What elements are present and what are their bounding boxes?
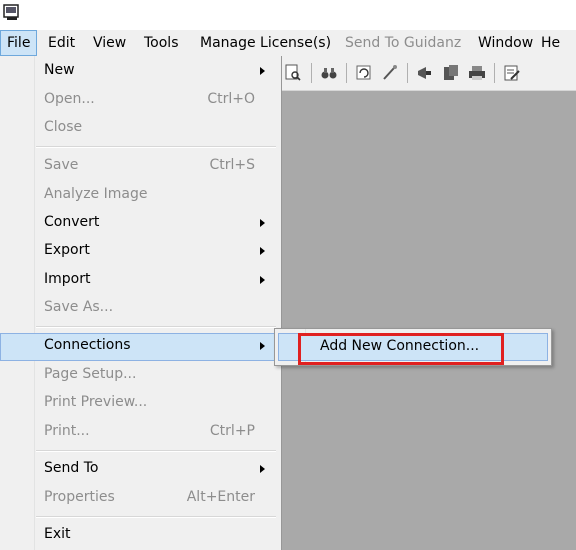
- menu-item-label: New: [44, 62, 75, 78]
- menu-item-label: Convert: [44, 214, 100, 230]
- menu-item-label: Connections: [44, 337, 131, 353]
- menu-bar: File Edit View Tools Manage License(s) S…: [0, 30, 576, 57]
- menu-item-shortcut: Ctrl+S: [209, 157, 255, 173]
- megaphone-icon[interactable]: [416, 64, 434, 82]
- print-preview-icon[interactable]: [284, 64, 302, 82]
- menu-item-shortcut: Alt+Enter: [186, 489, 255, 505]
- file-menu-item-save-as[interactable]: Save As...: [0, 295, 281, 323]
- menu-item-label: Page Setup...: [44, 366, 137, 382]
- toolbar: [282, 56, 576, 91]
- submenu-arrow-icon: [260, 247, 265, 255]
- menu-item-label: Save: [44, 157, 79, 173]
- file-menu: New Open... Ctrl+O Close Save Ctrl+S Ana…: [0, 56, 282, 550]
- menu-item-label: Analyze Image: [44, 186, 148, 202]
- file-menu-item-close[interactable]: Close: [0, 115, 281, 143]
- file-menu-item-new[interactable]: New: [0, 58, 281, 86]
- file-menu-item-analyze-image[interactable]: Analyze Image: [0, 182, 281, 210]
- submenu-arrow-icon: [260, 67, 265, 75]
- report-icon[interactable]: [442, 64, 460, 82]
- printer-icon[interactable]: [468, 64, 486, 82]
- menu-item-label: Open...: [44, 91, 95, 107]
- menu-help[interactable]: He: [535, 30, 566, 56]
- file-menu-item-open[interactable]: Open... Ctrl+O: [0, 87, 281, 115]
- menu-window[interactable]: Window: [472, 30, 539, 56]
- app-icon: [3, 4, 19, 20]
- file-menu-item-exit[interactable]: Exit: [0, 522, 281, 550]
- file-menu-item-send-to[interactable]: Send To: [0, 456, 281, 484]
- menu-item-label: Exit: [44, 526, 71, 542]
- submenu-arrow-icon: [260, 219, 265, 227]
- menu-file[interactable]: File: [0, 30, 38, 56]
- menu-separator: [36, 326, 276, 328]
- menu-manage-licenses[interactable]: Manage License(s): [194, 30, 337, 56]
- menu-edit[interactable]: Edit: [42, 30, 81, 56]
- file-menu-item-print-preview[interactable]: Print Preview...: [0, 390, 281, 418]
- menu-item-label: Save As...: [44, 299, 114, 315]
- brush-icon[interactable]: [381, 64, 399, 82]
- submenu-arrow-icon: [260, 465, 265, 473]
- menu-item-shortcut: Ctrl+O: [207, 91, 255, 107]
- submenu-arrow-icon: [260, 342, 265, 350]
- toolbar-separator: [407, 63, 408, 83]
- menu-item-label: Print...: [44, 423, 90, 439]
- menu-send-to-guidanz[interactable]: Send To Guidanz: [339, 30, 467, 56]
- menu-item-label: Import: [44, 271, 91, 287]
- find-icon[interactable]: [320, 64, 338, 82]
- workspace-area: [282, 91, 576, 550]
- menu-separator: [36, 450, 276, 452]
- menu-item-shortcut: Ctrl+P: [209, 423, 255, 439]
- file-menu-item-export[interactable]: Export: [0, 238, 281, 266]
- menu-separator: [36, 146, 276, 148]
- submenu-arrow-icon: [260, 276, 265, 284]
- menu-view[interactable]: View: [87, 30, 132, 56]
- file-menu-item-import[interactable]: Import: [0, 267, 281, 295]
- file-menu-item-print[interactable]: Print... Ctrl+P: [0, 419, 281, 447]
- file-menu-item-connections[interactable]: Connections: [0, 333, 281, 361]
- menu-separator: [36, 516, 276, 518]
- menu-item-label: Send To: [44, 460, 99, 476]
- menu-item-label: Export: [44, 242, 90, 258]
- title-bar: [0, 0, 576, 30]
- toolbar-separator: [346, 63, 347, 83]
- document-edit-icon[interactable]: [503, 64, 521, 82]
- file-menu-item-properties[interactable]: Properties Alt+Enter: [0, 485, 281, 513]
- menu-tools[interactable]: Tools: [138, 30, 185, 56]
- highlight-callout-box: [298, 333, 504, 365]
- toolbar-separator: [494, 63, 495, 83]
- file-menu-item-save[interactable]: Save Ctrl+S: [0, 153, 281, 181]
- file-menu-item-page-setup[interactable]: Page Setup...: [0, 362, 281, 390]
- menu-item-label: Close: [44, 119, 83, 135]
- menu-item-label: Properties: [44, 489, 115, 505]
- file-menu-item-convert[interactable]: Convert: [0, 210, 281, 238]
- menu-item-label: Print Preview...: [44, 394, 148, 410]
- toolbar-separator: [311, 63, 312, 83]
- refresh-icon[interactable]: [355, 64, 373, 82]
